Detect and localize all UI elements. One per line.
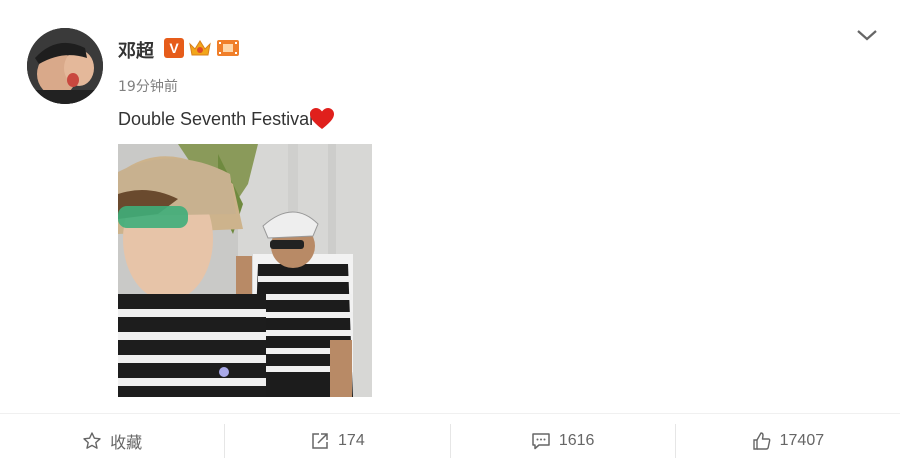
post-time[interactable]: 19分钟前 <box>118 76 178 96</box>
post-text-row: Double Seventh Festival <box>118 107 335 131</box>
post-photo-image <box>118 144 372 397</box>
favorite-label: 收藏 <box>110 435 143 452</box>
comment-count: 1616 <box>558 432 595 449</box>
crown-badge-icon[interactable] <box>188 38 212 58</box>
like-button[interactable]: 17407 <box>676 424 900 458</box>
share-arrow-icon <box>312 433 328 449</box>
action-bar: 收藏 174 1616 17407 <box>0 413 900 468</box>
repost-button[interactable]: 174 <box>225 424 449 458</box>
thumbs-up-icon <box>752 432 771 450</box>
chevron-down-icon[interactable] <box>856 28 878 42</box>
post-text: Double Seventh Festival <box>118 108 314 129</box>
avatar-image <box>27 28 103 104</box>
like-count: 17407 <box>779 432 825 449</box>
avatar[interactable] <box>27 28 103 104</box>
username[interactable]: 邓超 <box>118 37 154 63</box>
favorite-button[interactable]: 收藏 <box>0 424 224 458</box>
film-badge-icon[interactable] <box>216 38 240 58</box>
user-badges: V <box>164 38 240 58</box>
verified-badge-icon[interactable]: V <box>164 38 184 58</box>
comment-icon <box>532 433 550 450</box>
repost-count: 174 <box>338 432 365 449</box>
comment-button[interactable]: 1616 <box>451 424 675 458</box>
post-photo[interactable] <box>118 144 372 397</box>
red-heart-icon <box>310 108 335 129</box>
star-icon <box>83 432 101 449</box>
